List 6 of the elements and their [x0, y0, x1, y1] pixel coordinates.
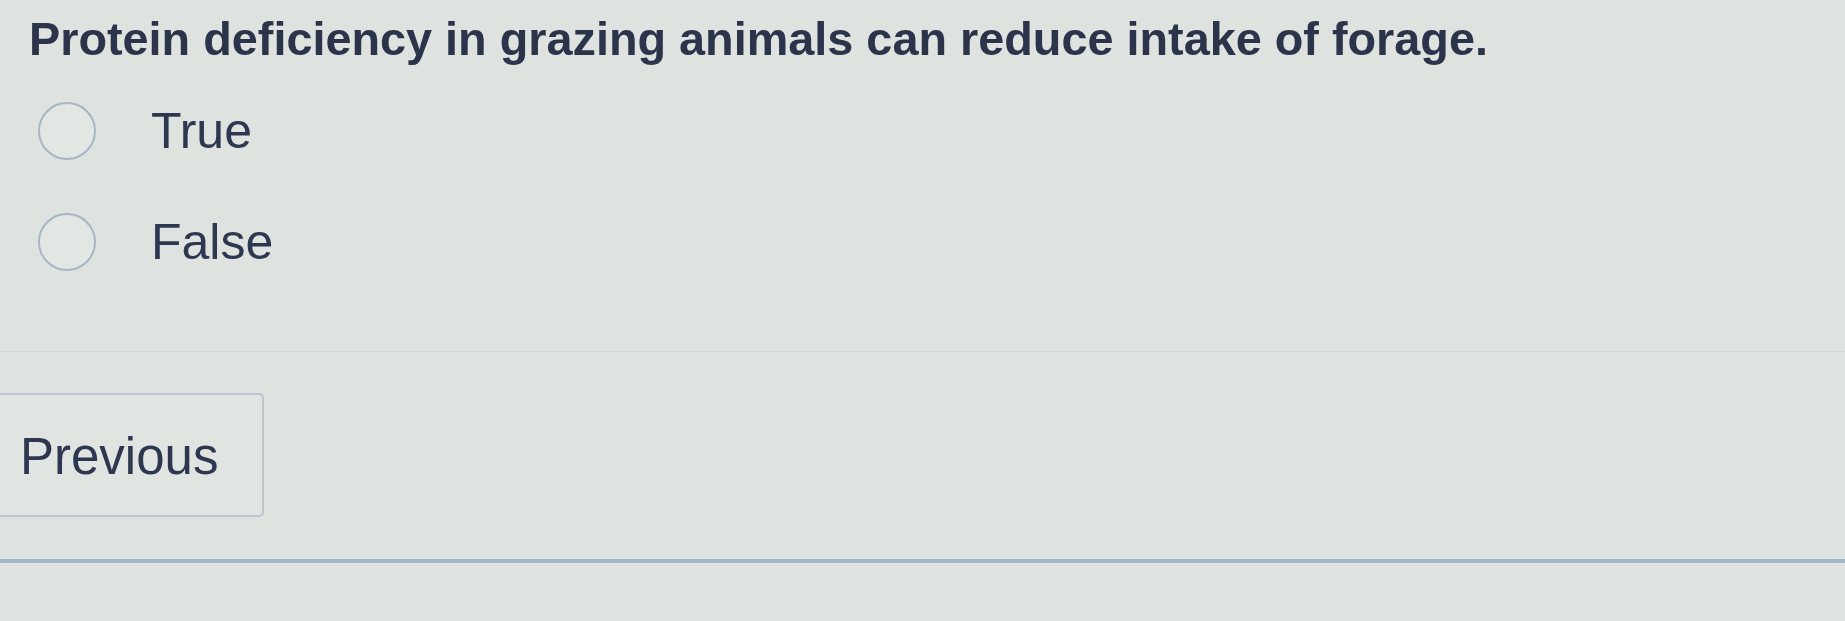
previous-button[interactable]: Previous — [0, 392, 264, 517]
radio-button[interactable] — [38, 101, 96, 160]
option-label[interactable]: False — [151, 216, 274, 267]
radio-button[interactable] — [38, 212, 96, 271]
question-text: Protein deficiency in grazing animals can reduce intake of forage. — [29, 16, 1488, 63]
option-label[interactable]: True — [151, 105, 252, 156]
